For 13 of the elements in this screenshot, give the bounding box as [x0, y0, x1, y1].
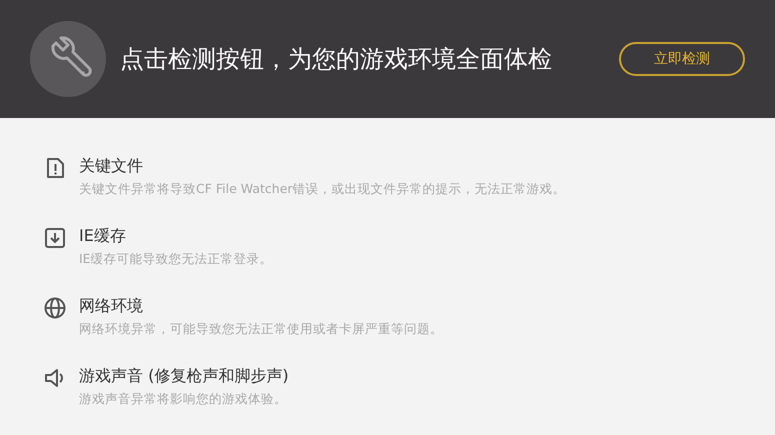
- header-title: 点击检测按钮，为您的游戏环境全面体检: [120, 44, 553, 75]
- globe-icon: [43, 296, 67, 320]
- check-title: 游戏声音 (修复枪声和脚步声): [79, 366, 289, 386]
- check-title: 网络环境: [79, 296, 144, 316]
- check-now-button[interactable]: 立即检测: [619, 42, 745, 76]
- check-description: 游戏声音异常将影响您的游戏体验。: [79, 391, 288, 407]
- check-description: IE缓存可能导致您无法正常登录。: [79, 251, 273, 267]
- check-title: 关键文件: [79, 156, 144, 176]
- check-description: 网络环境异常，可能导致您无法正常使用或者卡屏严重等问题。: [79, 321, 443, 337]
- check-title: IE缓存: [79, 226, 127, 246]
- check-description: 关键文件异常将导致CF File Watcher错误，或出现文件异常的提示，无法正常游戏。: [79, 181, 566, 197]
- wrench-icon: [30, 21, 106, 97]
- download-icon: [43, 226, 67, 250]
